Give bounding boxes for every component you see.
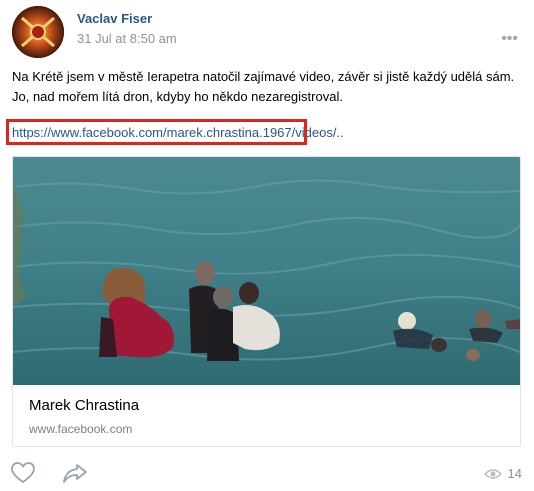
link-attachment-card[interactable]: Marek Chrastina www.facebook.com [12, 156, 521, 447]
video-thumbnail[interactable] [13, 157, 520, 385]
post-text: Na Krétě jsem v městě Ierapetra natočil … [12, 67, 526, 107]
author-name[interactable]: Vaclav Fiser [77, 11, 152, 26]
like-icon[interactable] [10, 461, 36, 485]
author-avatar[interactable] [12, 6, 64, 58]
views-count: 14 [507, 466, 522, 481]
post-text-line: Na Krétě jsem v městě Ierapetra natočil … [12, 69, 515, 84]
share-icon[interactable] [62, 462, 88, 484]
post-date[interactable]: 31 Jul at 8:50 am [77, 31, 177, 46]
eye-icon [483, 468, 502, 479]
wall-post: Vaclav Fiser 31 Jul at 8:50 am ••• Na Kr… [0, 0, 534, 491]
views-counter: 14 [483, 466, 522, 481]
attachment-title[interactable]: Marek Chrastina [29, 397, 139, 414]
attachment-domain: www.facebook.com [29, 422, 133, 436]
more-options-icon[interactable]: ••• [501, 30, 518, 48]
post-text-line: Jo, nad mořem lítá dron, kdyby ho někdo … [12, 89, 343, 104]
link-highlight-box [6, 119, 307, 145]
